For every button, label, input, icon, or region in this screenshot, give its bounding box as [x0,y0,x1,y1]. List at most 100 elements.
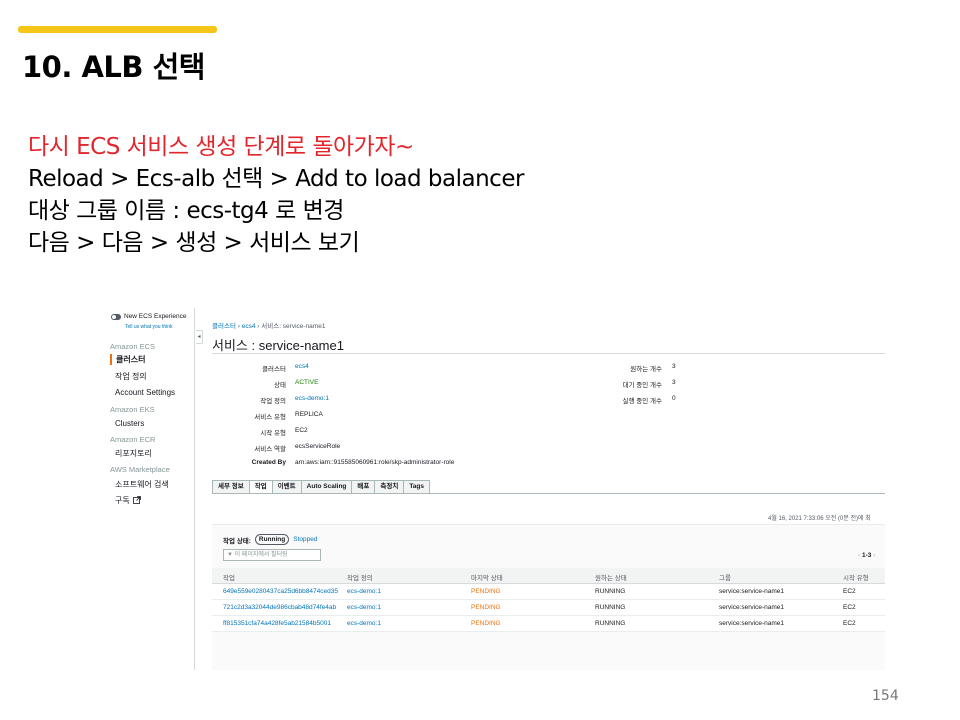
tab-details[interactable]: 세부 정보 [212,480,249,494]
tabs-divider [212,493,885,494]
sidebar-item-clusters-ko[interactable]: 클러스터 [110,354,145,365]
launch-type: EC2 [843,620,856,627]
task-definition-link[interactable]: ecs-demo:1 [347,604,381,611]
column-header-last-status[interactable]: 마지막 상태 [471,572,503,582]
tab-deployments[interactable]: 배포 [351,480,375,494]
detail-value-pending-count: 3 [672,379,676,386]
detail-value-created-by: arn:aws:iam::915585060961:role/skp-admin… [295,459,455,466]
external-link-icon [133,496,141,504]
task-id-link[interactable]: ff815351cfa74a428fe5ab21584b5001 [223,620,331,627]
title-accent-bar [18,26,217,33]
breadcrumb-current: 서비스: service-name1 [261,323,326,330]
page-range: 1-3 [861,552,872,559]
tab-tasks[interactable]: 작업 [248,480,272,494]
ecs-console-screenshot: New ECS Experience Tell us what you thin… [106,308,885,670]
detail-value-status: ACTIVE [295,379,319,386]
breadcrumb-cluster[interactable]: ecs4 [242,323,256,330]
table-row: 721c2d3a32044de986cbab48d74fe4ab ecs-dem… [212,600,885,616]
detail-label-launch-type: 시작 유형 [260,430,286,437]
detail-value-running-count: 0 [672,395,676,402]
sidebar-collapse-strip: ◂ [194,308,203,670]
new-experience-toggle-row[interactable]: New ECS Experience [111,313,187,320]
tasks-panel: 작업 상태: Running Stopped ▼ 이 페이지에서 필터링 ‹ 1… [212,524,885,670]
tab-metrics[interactable]: 측정치 [374,480,404,494]
group: service:service-name1 [719,620,785,627]
tab-events[interactable]: 이벤트 [271,480,301,494]
detail-value-service-role: ecsServiceRole [295,443,341,450]
feedback-link[interactable]: Tell us what you think [125,324,173,330]
page-title: 서비스 : service-name1 [212,338,344,353]
detail-value-cluster[interactable]: ecs4 [295,363,309,370]
detail-label-desired-count: 원하는 개수 [630,366,662,373]
subscriptions-label: 구독 [115,496,130,505]
task-id-link[interactable]: 649e559e0280437ca25d6bb8474ced35 [223,588,338,595]
new-experience-label: New ECS Experience [124,313,187,320]
group: service:service-name1 [719,604,785,611]
breadcrumb: 클러스터 › ecs4 › 서비스: service-name1 [212,320,325,330]
page-number: 154 [872,688,899,704]
task-id-link[interactable]: 721c2d3a32044de986cbab48d74fe4ab [223,604,336,611]
table-header: 작업 작업 정의 마지막 상태 원하는 상태 그룹 시작 유형 [212,568,885,584]
next-page-icon[interactable]: › [873,552,875,559]
table-row: ff815351cfa74a428fe5ab21584b5001 ecs-dem… [212,616,885,632]
sidebar-item-subscriptions[interactable]: 구독 [115,495,141,506]
detail-label-pending-count: 대기 중인 개수 [622,382,663,389]
instruction-line-2: Reload > Ecs-alb 선택 > Add to load balanc… [28,166,524,192]
detail-label-running-count: 실행 중인 개수 [622,398,663,405]
breadcrumb-clusters[interactable]: 클러스터 [212,323,236,330]
column-header-task-definition[interactable]: 작업 정의 [347,572,373,582]
sidebar-item-task-definitions[interactable]: 작업 정의 [115,371,147,382]
slide-title: 10. ALB 선택 [22,50,205,84]
tab-tags[interactable]: Tags [403,480,431,494]
detail-label-task-definition: 작업 정의 [260,398,286,405]
column-header-group[interactable]: 그룹 [719,572,731,582]
prev-page-icon[interactable]: ‹ [858,552,860,559]
last-status: PENDING [471,604,501,611]
filter-input[interactable]: ▼ 이 페이지에서 필터링 [223,549,321,561]
sidebar-item-eks-clusters[interactable]: Clusters [115,419,144,428]
last-status: PENDING [471,588,501,595]
group: service:service-name1 [719,588,785,595]
sidebar-section-amazon-eks: Amazon EKS [110,405,155,414]
console-sidebar: New ECS Experience Tell us what you thin… [106,308,194,670]
task-status-running-button[interactable]: Running [254,534,290,545]
desired-status: RUNNING [595,604,626,611]
launch-type: EC2 [843,604,856,611]
detail-label-service-type: 서비스 유형 [254,414,286,421]
column-header-task[interactable]: 작업 [223,572,235,582]
detail-value-desired-count: 3 [672,363,676,370]
launch-type: EC2 [843,588,856,595]
desired-status: RUNNING [595,588,626,595]
detail-label-service-role: 서비스 역할 [254,446,286,453]
table-row: 649e559e0280437ca25d6bb8474ced35 ecs-dem… [212,584,885,600]
detail-label-status: 상태 [274,382,286,389]
task-status-stopped-button[interactable]: Stopped [293,536,317,543]
sidebar-item-discover-software[interactable]: 소프트웨어 검색 [115,479,169,490]
sidebar-item-account-settings[interactable]: Account Settings [115,388,175,397]
sidebar-section-aws-marketplace: AWS Marketplace [110,465,170,474]
toggle-switch-icon[interactable] [111,313,121,320]
sidebar-section-amazon-ecr: Amazon ECR [110,435,156,444]
detail-label-cluster: 클러스터 [262,366,286,373]
desired-status: RUNNING [595,620,626,627]
detail-value-task-definition[interactable]: ecs-demo:1 [295,395,329,402]
service-tabs: 세부 정보 작업 이벤트 Auto Scaling 배포 측정치 Tags [212,480,431,494]
last-status: PENDING [471,620,501,627]
detail-label-created-by: Created By [251,459,286,466]
task-status-filter: 작업 상태: Running Stopped [223,534,317,545]
column-header-desired-status[interactable]: 원하는 상태 [595,572,627,582]
instruction-line-3: 대상 그룹 이름 : ecs-tg4 로 변경 [28,198,344,224]
last-updated-timestamp: 4월 16, 2021 7:33:06 오전 (0분 전)에 최 [768,516,871,522]
task-definition-link[interactable]: ecs-demo:1 [347,620,381,627]
task-definition-link[interactable]: ecs-demo:1 [347,588,381,595]
service-detail-main: 클러스터 › ecs4 › 서비스: service-name1 서비스 : s… [212,308,885,670]
instruction-line-4: 다음 > 다음 > 생성 > 서비스 보기 [28,230,360,256]
instruction-line-1: 다시 ECS 서비스 생성 단계로 돌아가자~ [28,134,414,160]
instruction-notes: 다시 ECS 서비스 생성 단계로 돌아가자~ Reload > Ecs-alb… [28,131,524,259]
column-header-launch-type[interactable]: 시작 유형 [843,572,869,582]
tab-auto-scaling[interactable]: Auto Scaling [300,480,352,494]
task-status-label: 작업 상태: [223,537,251,545]
collapse-sidebar-icon[interactable]: ◂ [196,330,203,344]
sidebar-item-repositories[interactable]: 리포지토리 [115,448,152,459]
sidebar-section-amazon-ecs: Amazon ECS [110,342,156,351]
